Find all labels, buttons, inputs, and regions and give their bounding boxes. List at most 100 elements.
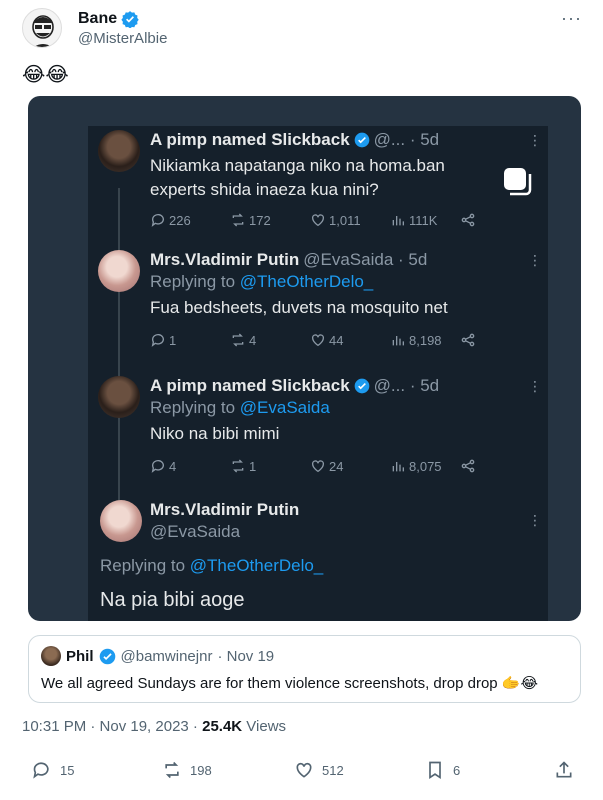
author-name[interactable]: Bane <box>78 10 117 28</box>
like-count: 44 <box>329 332 344 348</box>
quote-header: Phil @bamwinejnr · Nov 19 <box>41 646 274 666</box>
tweet-timestamp-row: 10:31 PM · Nov 19, 2023 · 25.4K Views <box>22 718 286 735</box>
heart-icon <box>312 460 324 473</box>
post-text-line: Na pia bibi aoge <box>100 589 245 611</box>
post-avatar <box>98 250 140 292</box>
tweet-media[interactable]: A pimp named Slickback @... · 5d ⋮ Nikia… <box>28 96 581 621</box>
mention-link: @EvaSaida <box>239 398 330 417</box>
views-label: Views <box>242 718 287 735</box>
reply-icon <box>151 460 164 473</box>
verified-badge-icon <box>354 378 370 394</box>
retweet-stat: 172 <box>230 212 310 228</box>
retweet-button[interactable]: 198 <box>162 760 212 780</box>
post-text-line: experts shida inaeza kua nini? <box>150 180 379 199</box>
more-options-icon: ⋮ <box>528 512 542 528</box>
screenshot-post: A pimp named Slickback @... · 5d ⋮ Reply… <box>98 376 542 476</box>
verified-badge-icon <box>121 11 139 28</box>
post-avatar <box>98 130 140 172</box>
like-count: 512 <box>322 762 344 778</box>
post-meta: @... · 5d <box>373 376 440 395</box>
views-icon <box>392 462 404 472</box>
screenshot-image: A pimp named Slickback @... · 5d ⋮ Nikia… <box>88 126 548 621</box>
replying-to: Replying to @TheOtherDelo_ <box>100 556 323 576</box>
author-handle[interactable]: @MisterAlbie <box>78 30 167 47</box>
author-avatar[interactable] <box>22 8 62 48</box>
retweet-icon <box>232 459 244 473</box>
post-avatar <box>100 500 142 542</box>
like-stat: 1,011 <box>310 212 390 228</box>
share-icon <box>461 213 475 227</box>
verified-badge-icon <box>354 132 370 148</box>
share-icon <box>461 333 475 347</box>
share-icon <box>461 459 475 473</box>
like-stat: 44 <box>310 332 390 348</box>
replying-to-label: Replying to <box>150 398 240 417</box>
like-stat: 24 <box>310 458 390 474</box>
screenshot-post: A pimp named Slickback @... · 5d ⋮ Nikia… <box>98 130 542 230</box>
heart-icon <box>296 762 312 778</box>
retweet-count: 198 <box>190 762 212 778</box>
author-name-row: Bane <box>78 10 139 28</box>
retweet-stat: 4 <box>230 332 310 348</box>
heart-icon <box>312 334 324 347</box>
views-stat: 111K <box>390 212 460 228</box>
tweet-header: Bane @MisterAlbie ··· <box>22 8 592 48</box>
more-options-icon[interactable]: ··· <box>561 8 582 29</box>
retweet-count: 1 <box>249 458 257 474</box>
post-author-row: A pimp named Slickback @... · 5d <box>150 130 439 150</box>
copy-icon <box>504 168 532 196</box>
post-author-name: Mrs.Vladimir Putin <box>150 500 300 519</box>
reply-count: 1 <box>169 332 177 348</box>
tweet-timestamp[interactable]: 10:31 PM · Nov 19, 2023 · <box>22 718 202 735</box>
mention-link: @TheOtherDelo_ <box>189 556 324 575</box>
more-options-icon: ⋮ <box>528 252 542 268</box>
post-author-name: Mrs.Vladimir Putin <box>150 250 300 269</box>
post-author-name: A pimp named Slickback <box>150 376 350 395</box>
reply-stat: 226 <box>150 212 230 228</box>
views-count: 111K <box>409 212 438 228</box>
replying-to-label: Replying to <box>150 272 240 291</box>
quote-avatar <box>41 646 61 666</box>
retweet-stat: 1 <box>230 458 310 474</box>
screenshot-post: Mrs.Vladimir Putin @EvaSaida ⋮ Replying … <box>68 500 542 620</box>
reply-count: 4 <box>169 458 177 474</box>
reply-count: 226 <box>169 212 191 228</box>
post-author-handle: @EvaSaida <box>150 522 241 541</box>
quote-tweet[interactable]: Phil @bamwinejnr · Nov 19 We all agreed … <box>28 635 581 703</box>
mention-link: @TheOtherDelo_ <box>239 272 374 291</box>
quote-author-name: Phil <box>66 647 94 665</box>
views-count: 25.4K <box>202 718 243 735</box>
reply-icon <box>33 762 49 779</box>
more-options-icon: ⋮ <box>528 132 542 148</box>
more-options-icon: ⋮ <box>528 378 542 394</box>
post-text-line: Nikiamka napatanga niko na homa.ban <box>150 156 445 175</box>
reply-stat: 4 <box>150 458 230 474</box>
share-button[interactable] <box>554 760 574 780</box>
views-icon <box>392 216 404 226</box>
reply-stat: 1 <box>150 332 230 348</box>
bookmark-count: 6 <box>453 762 461 778</box>
quote-date: · Nov 19 <box>217 647 275 665</box>
retweet-count: 172 <box>249 212 271 228</box>
replying-to-label: Replying to <box>100 556 190 575</box>
retweet-count: 4 <box>249 332 257 348</box>
heart-icon <box>312 214 324 227</box>
post-author-row: A pimp named Slickback @... · 5d <box>150 376 439 396</box>
views-count: 8,198 <box>409 332 442 348</box>
views-stat: 8,075 <box>390 458 460 474</box>
post-meta: @... · 5d <box>373 130 440 149</box>
reply-count: 15 <box>60 762 75 778</box>
retweet-icon <box>232 333 244 347</box>
views-icon <box>392 336 404 346</box>
reply-icon <box>151 334 164 347</box>
like-button[interactable]: 512 <box>294 760 344 780</box>
tweet-text: 😂😂 <box>22 64 69 86</box>
post-avatar <box>98 376 140 418</box>
bookmark-button[interactable]: 6 <box>425 760 460 780</box>
action-bar: 15 198 512 6 <box>22 760 582 792</box>
reply-button[interactable]: 15 <box>32 760 74 780</box>
retweet-icon <box>165 761 179 779</box>
views-stat: 8,198 <box>390 332 460 348</box>
like-count: 24 <box>329 458 344 474</box>
post-author-name: A pimp named Slickback <box>150 130 350 149</box>
